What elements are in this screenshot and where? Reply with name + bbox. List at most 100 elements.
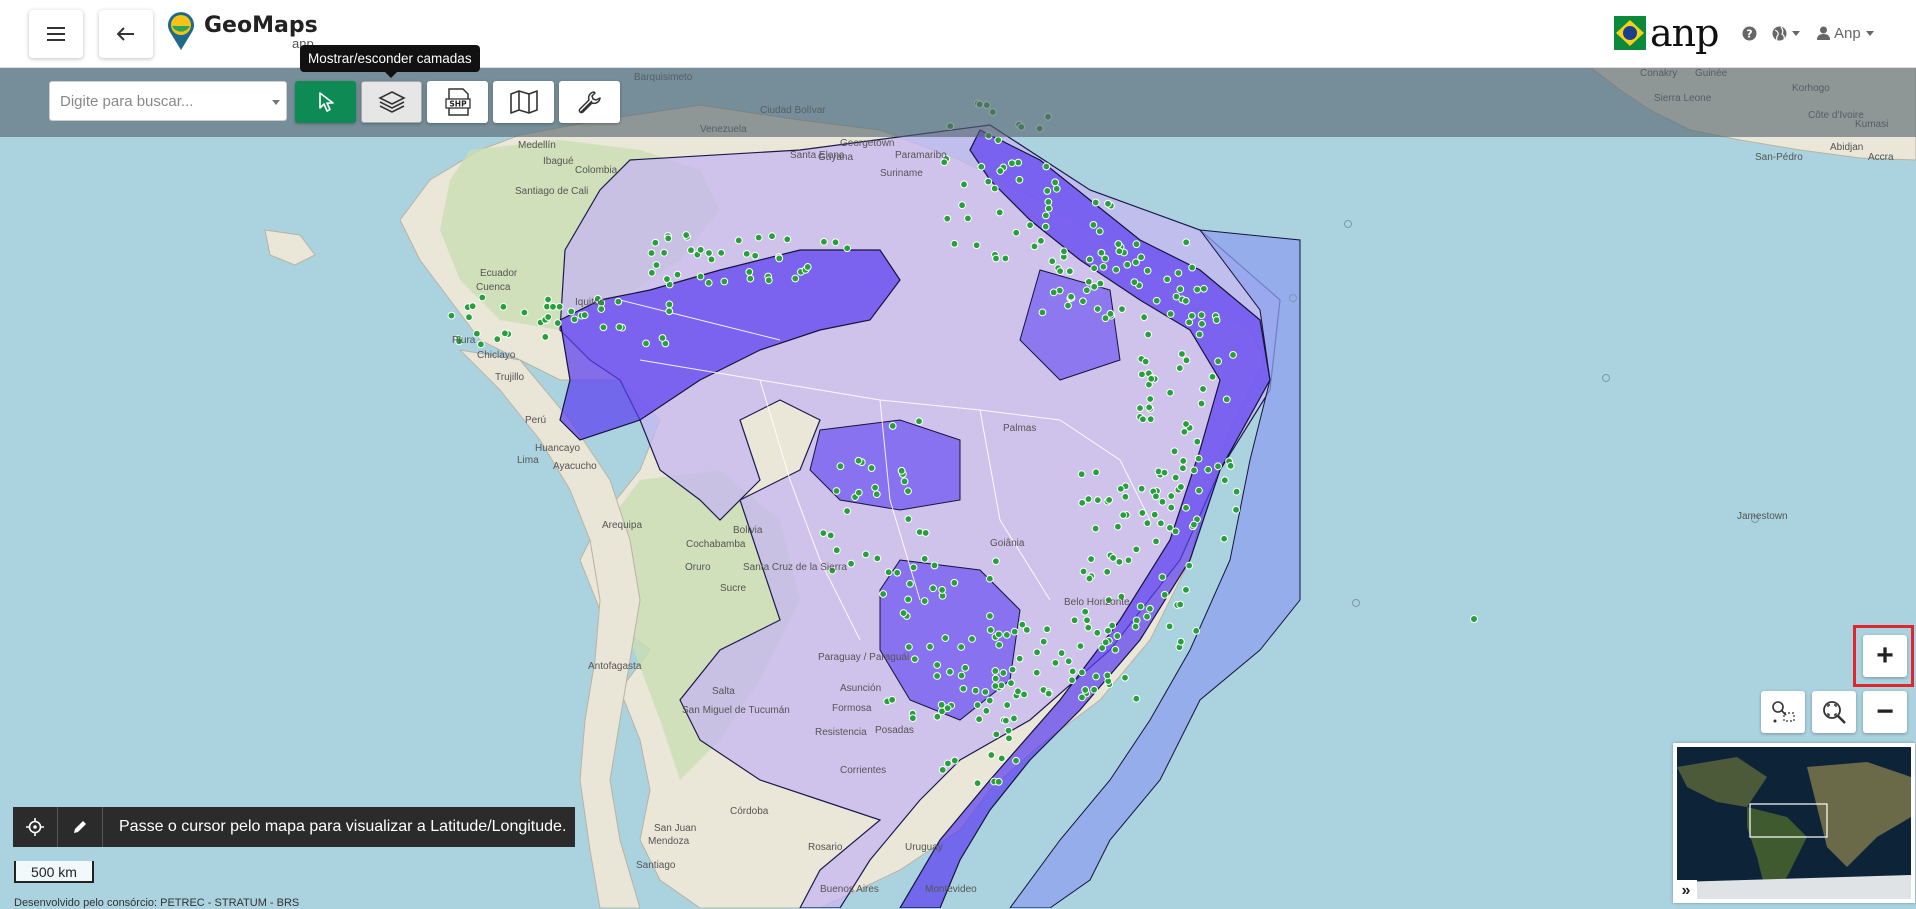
well-point	[1068, 667, 1077, 676]
zoom-extent-button[interactable]	[1812, 691, 1856, 733]
well-point	[1177, 483, 1185, 491]
well-point	[1160, 468, 1169, 477]
anp-logo: anp	[1614, 14, 1719, 52]
well-point	[897, 466, 906, 475]
well-point	[1081, 686, 1090, 694]
well-point	[1187, 311, 1196, 320]
well-point	[832, 487, 841, 495]
svg-text:?: ?	[1746, 27, 1752, 40]
map-label: Ecuador	[480, 268, 518, 279]
well-point	[973, 701, 982, 709]
overview-minimap[interactable]	[1673, 743, 1915, 903]
well-point	[933, 672, 941, 680]
well-point	[904, 487, 912, 496]
well-point	[1083, 616, 1091, 625]
well-point	[553, 319, 562, 327]
well-point	[1147, 374, 1156, 383]
search-input[interactable]	[58, 82, 262, 120]
map-label: Asunción	[840, 683, 882, 694]
well-point	[994, 136, 1003, 145]
hamburger-icon	[47, 27, 65, 41]
search-field[interactable]	[49, 81, 287, 121]
locate-button[interactable]	[13, 807, 58, 847]
well-point	[836, 462, 845, 471]
well-point	[867, 464, 876, 472]
shp-file-icon: SHP	[444, 88, 471, 116]
well-point	[1039, 637, 1048, 646]
well-point	[873, 554, 882, 563]
minimap-toggle-button[interactable]: »	[1675, 880, 1697, 902]
well-point	[1076, 642, 1085, 651]
well-point	[831, 238, 840, 247]
well-point	[664, 234, 673, 243]
well-point	[1114, 240, 1123, 248]
well-point	[1103, 671, 1112, 680]
well-point	[1089, 221, 1098, 229]
well-point	[1005, 734, 1013, 743]
well-point	[997, 754, 1006, 763]
zoom-to-box-button[interactable]	[1761, 691, 1805, 733]
basemap-button[interactable]	[493, 81, 554, 123]
globe-icon	[1772, 26, 1787, 40]
well-point	[682, 231, 691, 239]
well-point	[1167, 503, 1176, 512]
well-point	[950, 578, 959, 587]
well-point	[900, 477, 909, 486]
map-label: Mendoza	[648, 836, 690, 847]
well-point	[1044, 204, 1053, 213]
well-point	[1138, 509, 1147, 517]
well-point	[1138, 415, 1147, 424]
question-circle-icon: ?	[1742, 26, 1757, 40]
well-point	[1136, 602, 1145, 611]
well-point	[904, 643, 913, 651]
back-button[interactable]	[99, 10, 153, 58]
well-point	[1002, 630, 1011, 639]
well-point	[1192, 626, 1201, 635]
well-point	[975, 715, 984, 724]
well-point	[1179, 457, 1188, 465]
layers-toggle-button[interactable]	[361, 81, 422, 123]
well-point	[652, 261, 661, 269]
zoom-out-button[interactable]: −	[1863, 691, 1907, 733]
edit-coordinates-button[interactable]	[58, 807, 103, 847]
well-point	[1085, 574, 1094, 583]
help-button[interactable]: ?	[1742, 22, 1757, 44]
well-point	[1137, 484, 1146, 493]
well-point	[938, 586, 946, 594]
well-point	[1232, 487, 1241, 496]
well-point	[1197, 311, 1206, 320]
well-point	[1146, 395, 1155, 403]
well-point	[665, 300, 674, 309]
well-point	[861, 550, 870, 559]
well-point	[499, 302, 508, 311]
map-label: Santa Elena	[790, 150, 845, 161]
user-dropdown[interactable]: Anp	[1817, 22, 1874, 44]
well-point	[906, 579, 914, 588]
well-point	[751, 251, 760, 260]
well-point	[994, 777, 1003, 786]
well-point	[1081, 607, 1090, 616]
well-point	[1056, 267, 1065, 276]
shp-upload-button[interactable]: SHP	[427, 81, 488, 123]
user-icon	[1817, 26, 1830, 40]
map-label: Paramaribo	[895, 150, 947, 161]
well-point	[1156, 519, 1165, 528]
menu-button[interactable]	[29, 10, 83, 58]
well-point	[1132, 616, 1141, 625]
well-point	[1136, 404, 1144, 413]
tools-button[interactable]	[559, 81, 620, 123]
map-label: Ayacucho	[553, 461, 597, 472]
map-label: Buenos Aires	[820, 884, 879, 895]
well-point	[705, 249, 713, 257]
well-point	[1078, 693, 1086, 702]
well-point	[1132, 545, 1141, 554]
well-point	[1143, 612, 1151, 621]
language-dropdown[interactable]	[1772, 22, 1800, 44]
well-point	[1092, 672, 1100, 681]
map-label: San Juan	[654, 823, 697, 834]
well-point	[1022, 625, 1031, 634]
well-point	[984, 177, 993, 186]
well-point	[1193, 285, 1202, 294]
well-point	[1105, 496, 1114, 504]
select-tool-button[interactable]	[295, 81, 356, 123]
